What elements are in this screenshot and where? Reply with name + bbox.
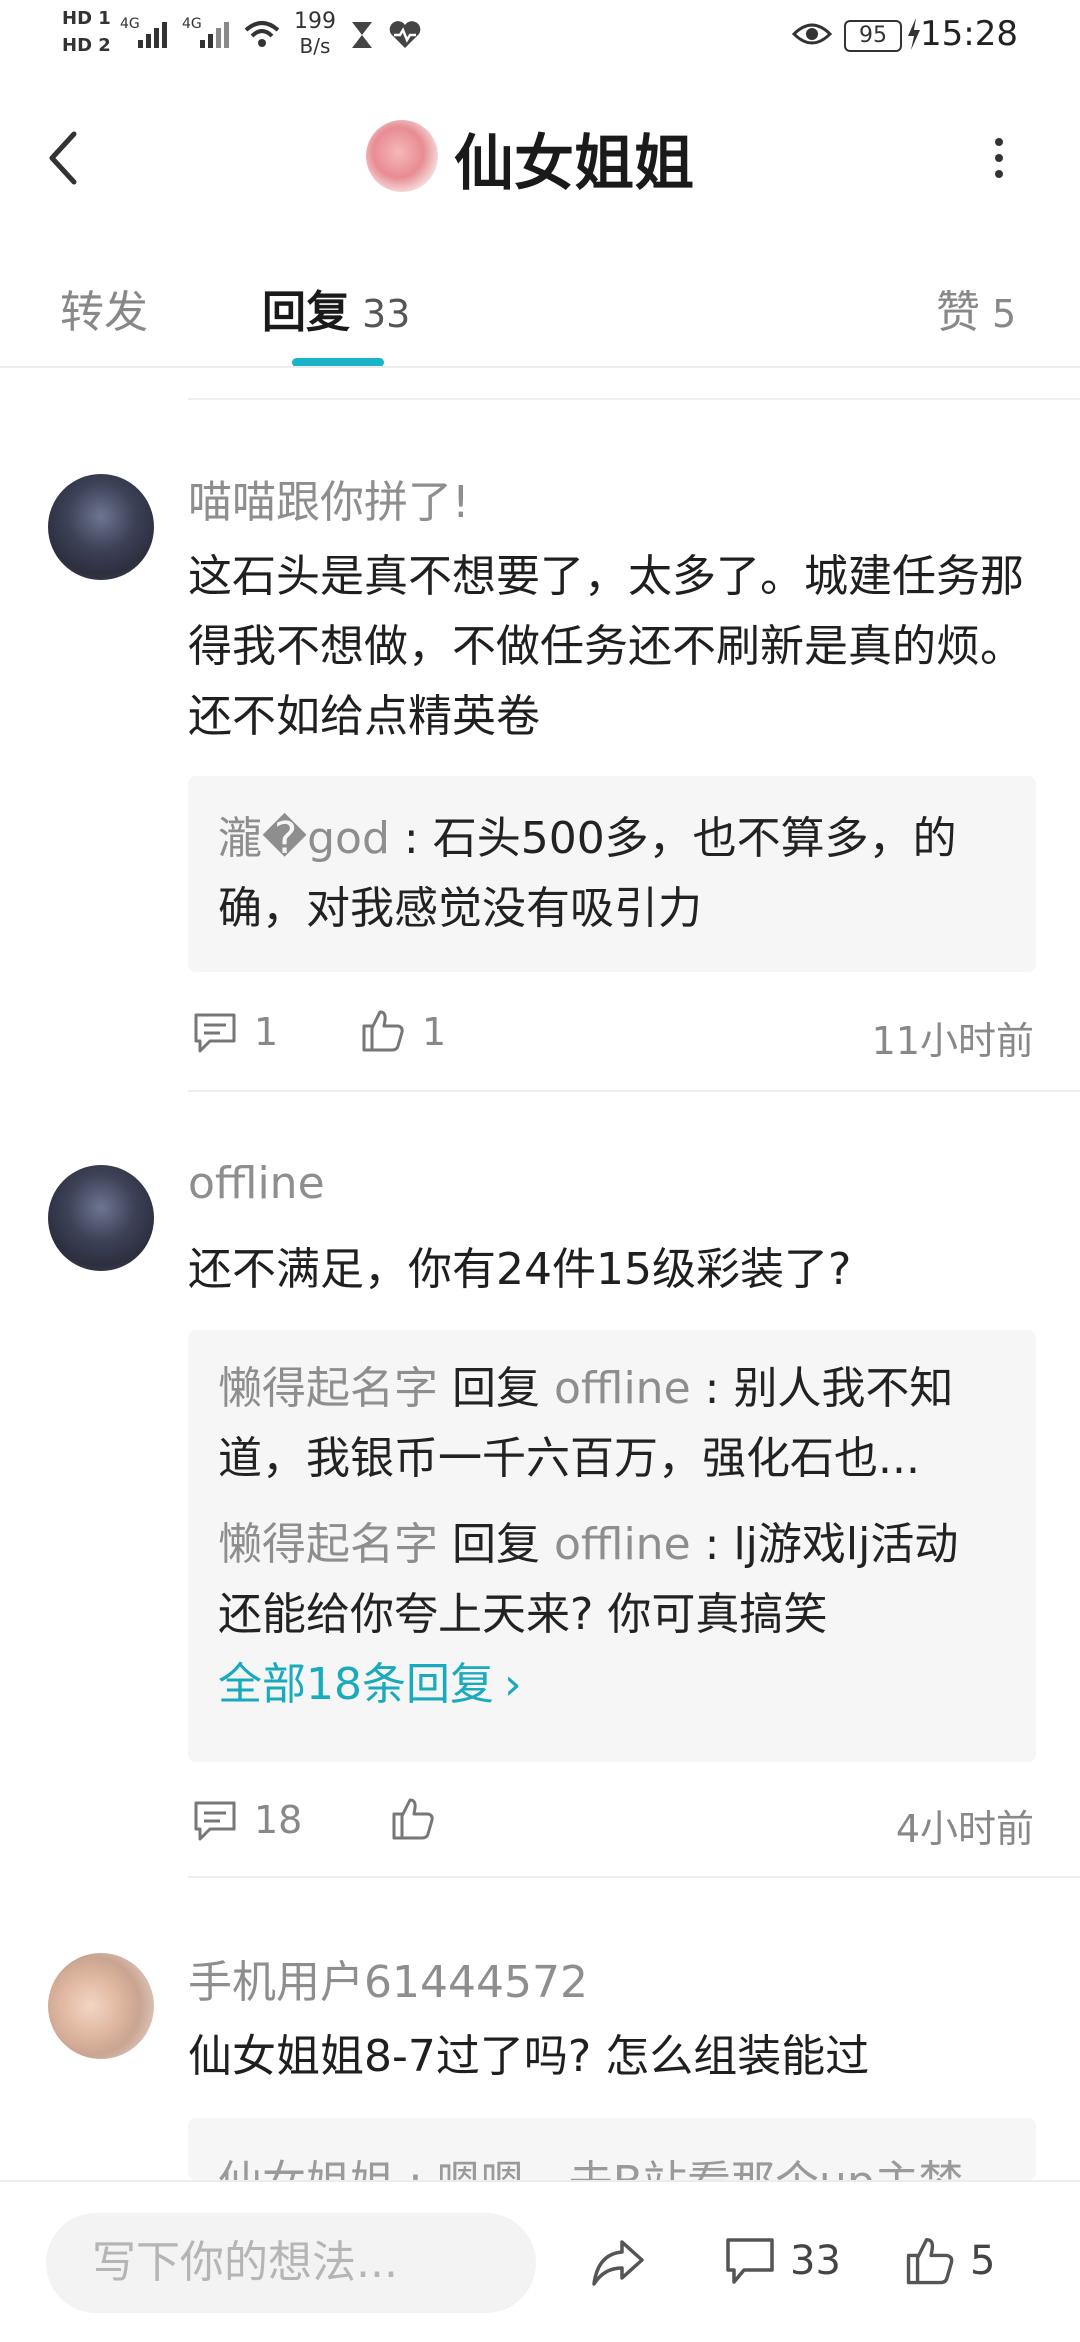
comment-count: 18 bbox=[254, 1798, 303, 1842]
tab-forward[interactable]: 转发 bbox=[60, 276, 148, 340]
comment-divider bbox=[188, 1876, 1080, 1878]
reply-username[interactable]: 懒得起名字 bbox=[218, 1519, 438, 1570]
reply-text-a: : lj游戏lj活动 bbox=[690, 1519, 959, 1570]
page-title: 仙女姐姐 bbox=[454, 129, 694, 199]
comment-icon[interactable] bbox=[192, 1011, 238, 1055]
sim2-label: HD 2 bbox=[62, 35, 111, 56]
comment-username[interactable]: 手机用户61444572 bbox=[188, 1946, 588, 2010]
more-vertical-icon[interactable] bbox=[994, 138, 1004, 178]
signal-icon-1 bbox=[138, 22, 167, 48]
eye-icon bbox=[792, 23, 832, 45]
reply-text-b: 还能给你夸上天来? 你可真搞笑 bbox=[218, 1589, 828, 1640]
comment-icon[interactable] bbox=[192, 1799, 238, 1843]
thumbs-up-icon[interactable] bbox=[904, 2234, 956, 2286]
speed-value: 199 bbox=[294, 9, 336, 34]
comment-avatar[interactable] bbox=[48, 1165, 154, 1271]
author-avatar[interactable] bbox=[366, 120, 438, 192]
tab-reply[interactable]: 回复 33 bbox=[262, 276, 410, 340]
bottom-comment-count: 33 bbox=[790, 2238, 841, 2284]
sim1-label: HD 1 bbox=[62, 8, 111, 29]
comment-text: 还不满足，你有24件15级彩装了? bbox=[188, 1244, 852, 1295]
battery-level: 95 bbox=[859, 23, 887, 48]
thumbs-up-icon[interactable] bbox=[360, 1008, 406, 1052]
reply-line: 懒得起名字 回复 offline : 别人我不知 bbox=[188, 1354, 1036, 1424]
comment-icon[interactable] bbox=[724, 2236, 776, 2286]
reply-line: 懒得起名字 回复 offline : lj游戏lj活动 bbox=[188, 1510, 1036, 1580]
battery-indicator: 95 bbox=[844, 20, 902, 52]
comment-input[interactable]: 写下你的想法... bbox=[46, 2213, 536, 2313]
comment-username[interactable]: 喵喵跟你拼了! bbox=[188, 466, 470, 530]
speed-unit: B/s bbox=[299, 34, 331, 58]
comment-avatar[interactable] bbox=[48, 1953, 154, 2059]
comment-time: 4小时前 bbox=[895, 1807, 1034, 1851]
clock: 15:28 bbox=[920, 14, 1018, 54]
chevron-right-icon: › bbox=[504, 1659, 522, 1710]
network-label-1: 4G bbox=[120, 16, 140, 32]
tab-reply-count: 33 bbox=[362, 292, 411, 336]
reply-username[interactable]: 瀧�god bbox=[218, 813, 390, 864]
reply-target[interactable]: offline bbox=[554, 1519, 691, 1570]
reply-username[interactable]: 懒得起名字 bbox=[218, 1363, 438, 1414]
reply-word: 回复 bbox=[452, 1363, 540, 1414]
tab-like-label: 赞 bbox=[936, 287, 980, 338]
signal-icon-2 bbox=[200, 22, 229, 48]
tab-like[interactable]: 赞5 bbox=[936, 276, 1016, 340]
tab-forward-label: 转发 bbox=[60, 287, 148, 338]
reply-box[interactable]: 瀧�god : 石头500多，也不算多，的 确，对我感觉没有吸引力 bbox=[188, 776, 1036, 972]
reply-box[interactable]: 仙女姐姐 : 嗯嗯，去B站看那个up主梦 bbox=[188, 2118, 1036, 2180]
reply-text-2: 确，对我感觉没有吸引力 bbox=[218, 883, 702, 934]
hourglass-icon bbox=[352, 22, 372, 48]
reply-word: 回复 bbox=[452, 1519, 540, 1570]
thumbs-up-icon[interactable] bbox=[390, 1796, 436, 1840]
status-bar: HD 1 HD 2 4G 4G 199 B/s 95 15:28 bbox=[0, 0, 1080, 72]
tab-reply-label: 回复 bbox=[262, 287, 350, 338]
health-heart-icon bbox=[389, 21, 421, 48]
reply-box[interactable]: 懒得起名字 回复 offline : 别人我不知 道，我银币一千六百万，强化石也..… bbox=[188, 1330, 1036, 1762]
network-label-2: 4G bbox=[182, 16, 202, 32]
wifi-icon bbox=[244, 21, 280, 47]
reply-target[interactable]: offline bbox=[554, 1363, 691, 1414]
comment-divider bbox=[188, 1090, 1080, 1092]
comment-text: 仙女姐姐8-7过了吗? 怎么组装能过 bbox=[188, 2031, 870, 2082]
like-count: 1 bbox=[422, 1010, 447, 1054]
comment-avatar[interactable] bbox=[48, 474, 154, 580]
share-icon[interactable] bbox=[590, 2238, 646, 2288]
tabs-divider bbox=[0, 366, 1080, 368]
reply-text-1: : 石头500多，也不算多，的 bbox=[389, 813, 957, 864]
comment-count: 1 bbox=[254, 1010, 279, 1054]
all-replies-label: 全部18条回复 bbox=[218, 1659, 494, 1710]
reply-text-a: : 别人我不知 bbox=[690, 1363, 954, 1414]
comment-time: 11小时前 bbox=[871, 1019, 1034, 1063]
comment-text: 这石头是真不想要了，太多了。城建任务那得我不想做，不做任务还不刷新是真的烦。还不… bbox=[188, 551, 1024, 742]
reply-preview: 仙女姐姐 : 嗯嗯，去B站看那个up主梦 bbox=[188, 2118, 1036, 2180]
network-speed: 199 B/s bbox=[294, 9, 336, 59]
all-replies-link[interactable]: 全部18条回复 › bbox=[188, 1650, 1036, 1720]
back-chevron-icon[interactable] bbox=[40, 128, 88, 188]
reply-line: 瀧�god : 石头500多，也不算多，的 bbox=[188, 804, 1036, 874]
tab-like-count: 5 bbox=[992, 292, 1017, 336]
list-top-divider bbox=[188, 398, 1080, 400]
bottom-like-count: 5 bbox=[970, 2238, 996, 2284]
sim-indicators: HD 1 HD 2 bbox=[62, 8, 112, 56]
comment-username[interactable]: offline bbox=[188, 1158, 325, 1209]
reply-text-b: 道，我银币一千六百万，强化石也... bbox=[218, 1433, 920, 1484]
